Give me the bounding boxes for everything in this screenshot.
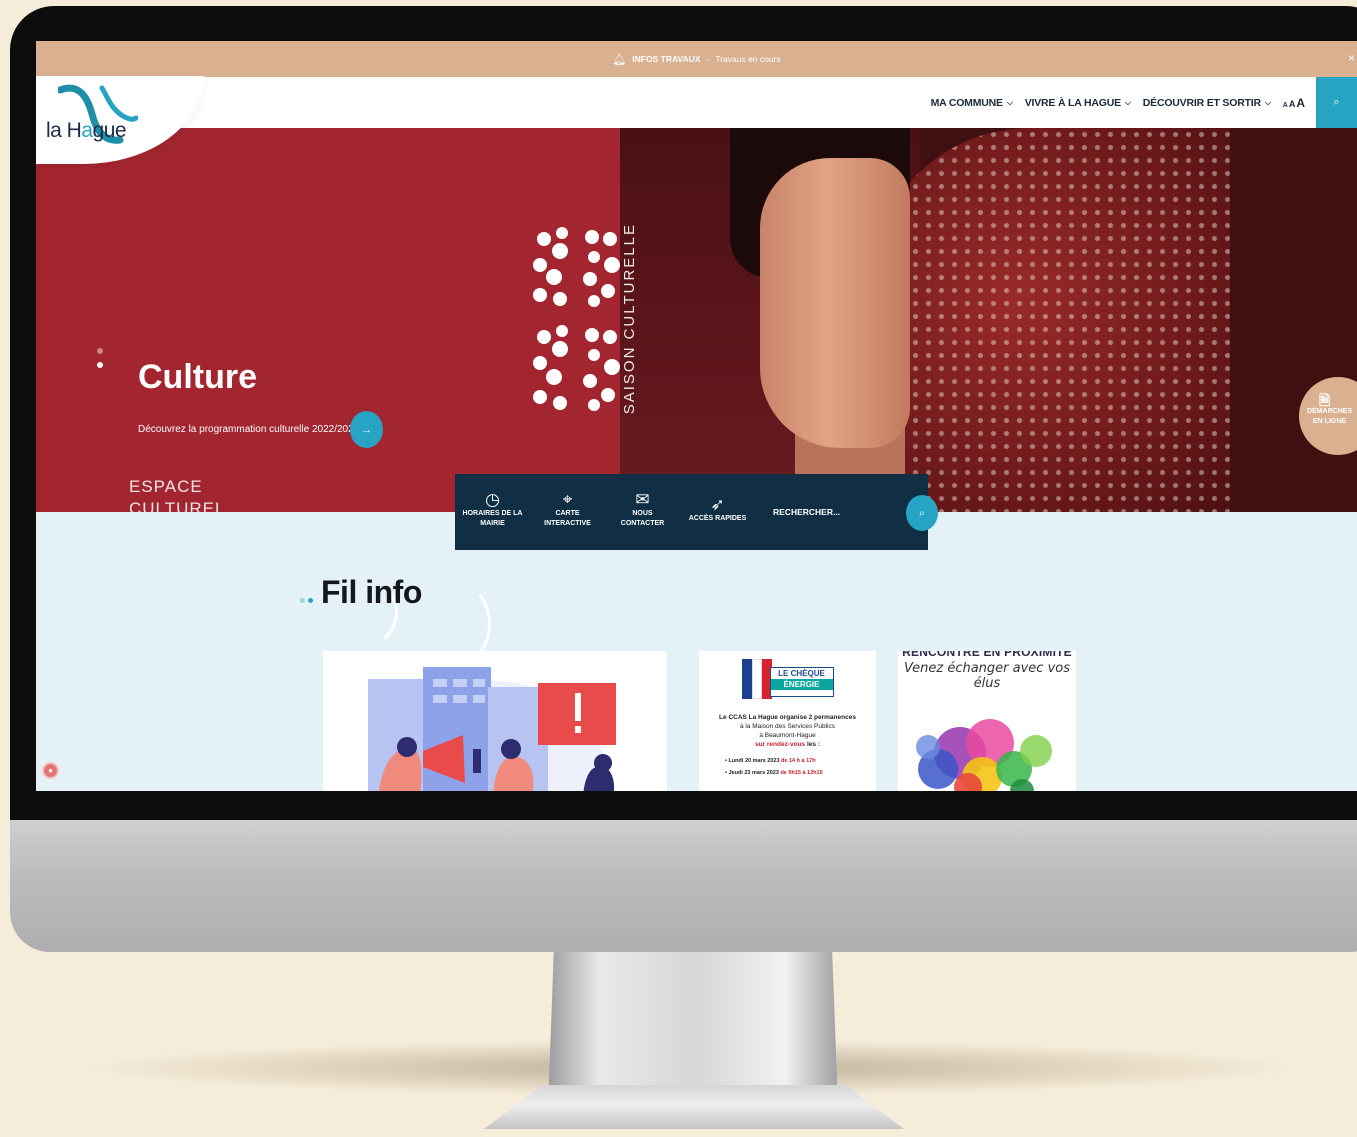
website-screen: 🔔︎ INFOS TRAVAUX - Travaux en cours × la… [36,41,1357,791]
logo-text: la Hague [46,119,127,142]
map-icon: ⌖ [562,490,573,509]
envelope-icon: ✉ [635,490,650,509]
news-card-cheque-energie[interactable]: LE CHÈQUE ÉNERGIE Le CCAS La Hague organ… [699,651,876,791]
rocket-icon: ➶ [710,495,725,514]
font-size-small-button[interactable]: A [1283,102,1288,109]
alert-close-button[interactable]: × [1348,51,1355,65]
quick-link-carte[interactable]: ⌖ CARTE INTERACTIVE [530,490,605,529]
hero-slider: SAISON CULTURELLE Culture Découvrez la p… [36,128,1357,518]
arrow-right-icon: → [361,423,372,436]
bell-icon: 🔔︎ [612,53,627,66]
french-flag-icon [741,659,772,705]
nav-item-decouvrir-et-sortir[interactable]: DÉCOUVRIR ET SORTIR ⌵ [1143,97,1271,109]
season-label: SAISON CULTURELLE [621,223,638,415]
chevron-down-icon: ⌵ [1006,97,1013,107]
slider-dot[interactable] [97,348,103,354]
monitor-stand-base [484,1085,904,1129]
header-search-button[interactable]: ⌕ [1316,77,1357,128]
chevron-down-icon: ⌵ [1264,97,1271,107]
document-icon: 🗎︎ [1319,392,1331,408]
site-header: la Hague MA COMMUNE ⌵ VIVRE À LA HAGUE ⌵… [36,76,1357,164]
cheque-card-text: Le CCAS La Hague organise 2 permanences … [719,714,856,748]
cheque-energie-logo: LE CHÈQUE ÉNERGIE [741,659,834,705]
quick-link-contact[interactable]: ✉ NOUS CONTACTER [605,490,680,529]
quick-link-horaires[interactable]: ◷ HORAIRES DE LA MAIRIE [455,490,530,529]
hero-image [620,128,1357,512]
rencontre-title: RENCONTRE EN PROXIMITÉ [902,651,1072,659]
alert-separator: - [706,54,710,64]
news-card-illustration[interactable] [323,651,667,791]
season-dots-graphic [533,227,620,411]
font-size-controls: A A A [1283,96,1305,110]
chevron-down-icon: ⌵ [1124,97,1131,107]
fil-info-section: Fil info LE CHÈQUE ÉNERGIE Le CCAS La Ha… [36,512,1357,791]
protest-illustration [368,667,616,791]
section-title: Fil info [321,574,422,610]
cookie-settings-button[interactable]: ● [42,762,59,779]
cookie-icon: ● [48,766,53,775]
monitor-chin [10,820,1357,952]
nav-item-ma-commune[interactable]: MA COMMUNE ⌵ [931,97,1013,109]
slider-dot-active[interactable] [97,362,103,368]
speech-bubbles-illustration [916,719,1052,791]
quick-access-bar: ◷ HORAIRES DE LA MAIRIE ⌖ CARTE INTERACT… [455,474,938,550]
font-size-large-button[interactable]: A [1296,96,1305,110]
rencontre-subtitle: Venez échanger avec vos élus [904,661,1070,691]
cheque-card-dates: • Lundi 20 mars 2023 de 14 h à 17h • Jeu… [725,758,823,776]
search-input[interactable]: RECHERCHER... [773,507,873,517]
monitor-stand [548,952,838,1107]
slider-pagination [97,348,103,368]
font-size-medium-button[interactable]: A [1289,99,1296,109]
alert-label: INFOS TRAVAUX [632,54,701,64]
main-nav: MA COMMUNE ⌵ VIVRE À LA HAGUE ⌵ DÉCOUVRI… [931,77,1305,128]
clock-icon: ◷ [485,490,500,509]
search-submit-button[interactable]: ⌕ [906,495,938,531]
hero-subtitle-link[interactable]: Découvrez la programmation culturelle 20… [138,424,359,435]
news-card-rencontre[interactable]: RENCONTRE EN PROXIMITÉ Venez échanger av… [898,651,1076,791]
quick-link-acces-rapides[interactable]: ➶ ACCÈS RAPIDES [680,495,755,524]
search-icon: ⌕ [919,507,925,519]
alert-bar[interactable]: 🔔︎ INFOS TRAVAUX - Travaux en cours × [36,41,1357,77]
hero-arrow-button[interactable]: → [350,411,383,448]
hero-title: Culture [138,358,257,396]
nav-item-vivre-a-la-hague[interactable]: VIVRE À LA HAGUE ⌵ [1025,97,1131,109]
title-dots-decoration [300,598,313,603]
alert-message: Travaux en cours [715,54,781,64]
search-icon: ⌕ [1333,96,1340,108]
